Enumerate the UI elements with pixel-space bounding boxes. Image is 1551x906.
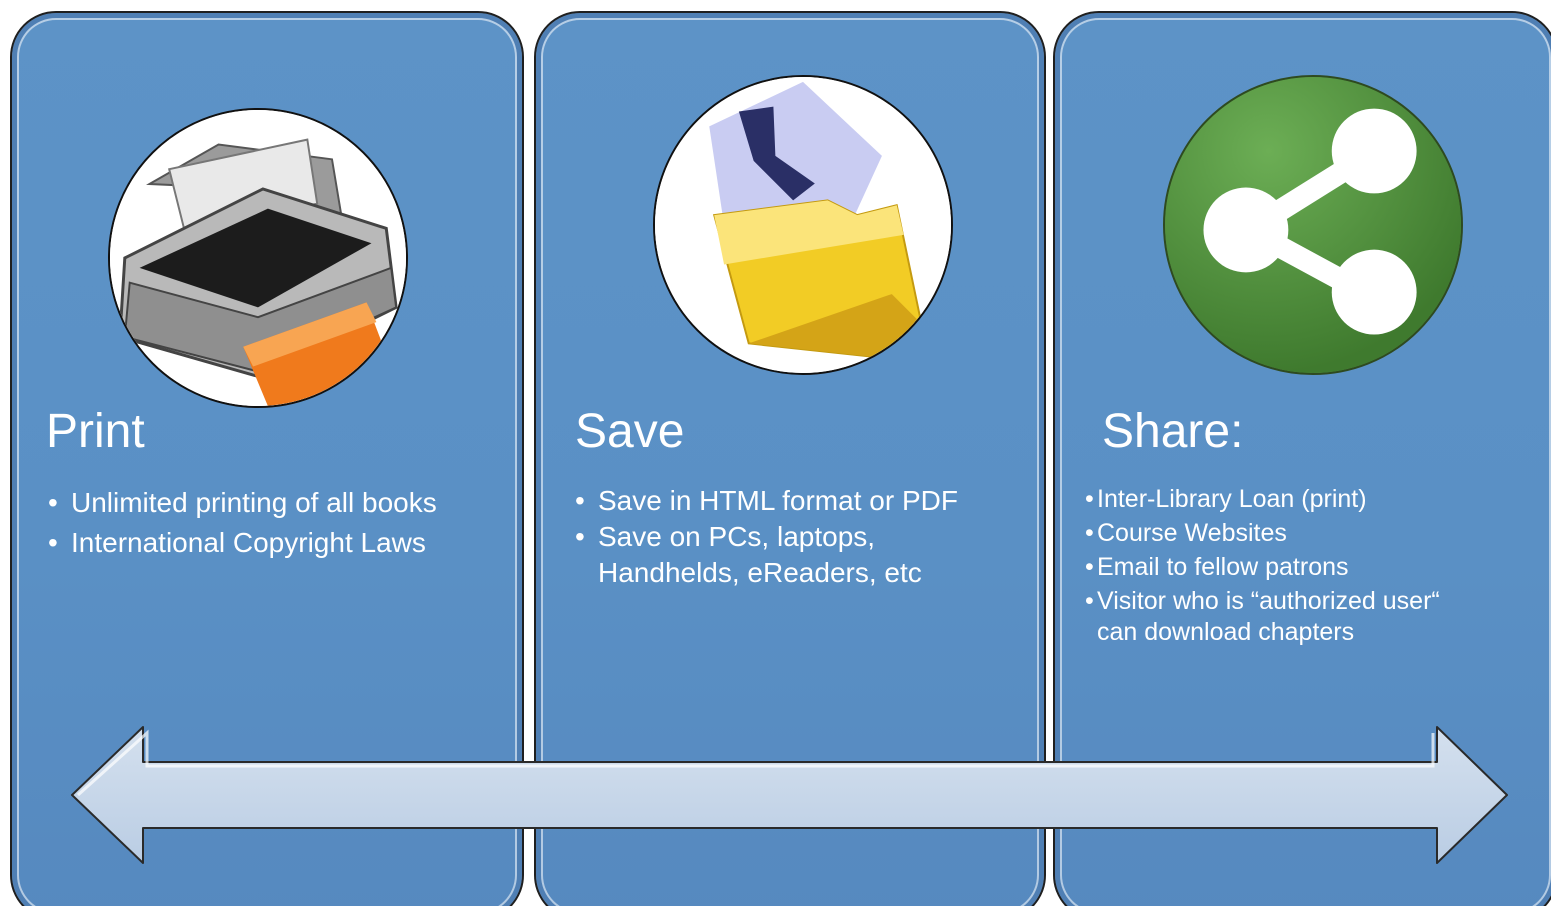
save-bullet-line: Save on PCs, laptops, [598,521,876,552]
save-bullet: Save on PCs, laptops, Handhelds, eReader… [575,519,958,591]
save-folder-icon [653,75,953,375]
share-bullet-line: Visitor who is “authorized user“ [1097,587,1440,615]
share-bullet: Course Websites [1085,516,1440,550]
share-bullet: Inter-Library Loan (print) [1085,482,1440,516]
share-bullet: Visitor who is “authorized user“ can dow… [1085,584,1440,649]
print-title: Print [46,405,145,458]
share-bullet-line: can download chapters [1097,618,1355,646]
share-icon [1163,75,1463,375]
print-bullet: International Copyright Laws [48,523,437,563]
save-bullet-line: Handhelds, eReaders, etc [598,557,922,588]
print-bullet: Unlimited printing of all books [48,483,437,523]
save-bullet: Save in HTML format or PDF [575,483,958,519]
diagram-stage: Print Save Share: Unlimited printing of … [0,0,1551,906]
share-title: Share: [1102,405,1244,458]
print-bullet-list: Unlimited printing of all books Internat… [48,483,437,563]
save-title: Save [575,405,685,458]
printer-icon [108,108,408,408]
share-bullet: Email to fellow patrons [1085,550,1440,584]
save-bullet-list: Save in HTML format or PDF Save on PCs, … [575,483,958,591]
share-bullet-list: Inter-Library Loan (print) Course Websit… [1085,482,1440,649]
